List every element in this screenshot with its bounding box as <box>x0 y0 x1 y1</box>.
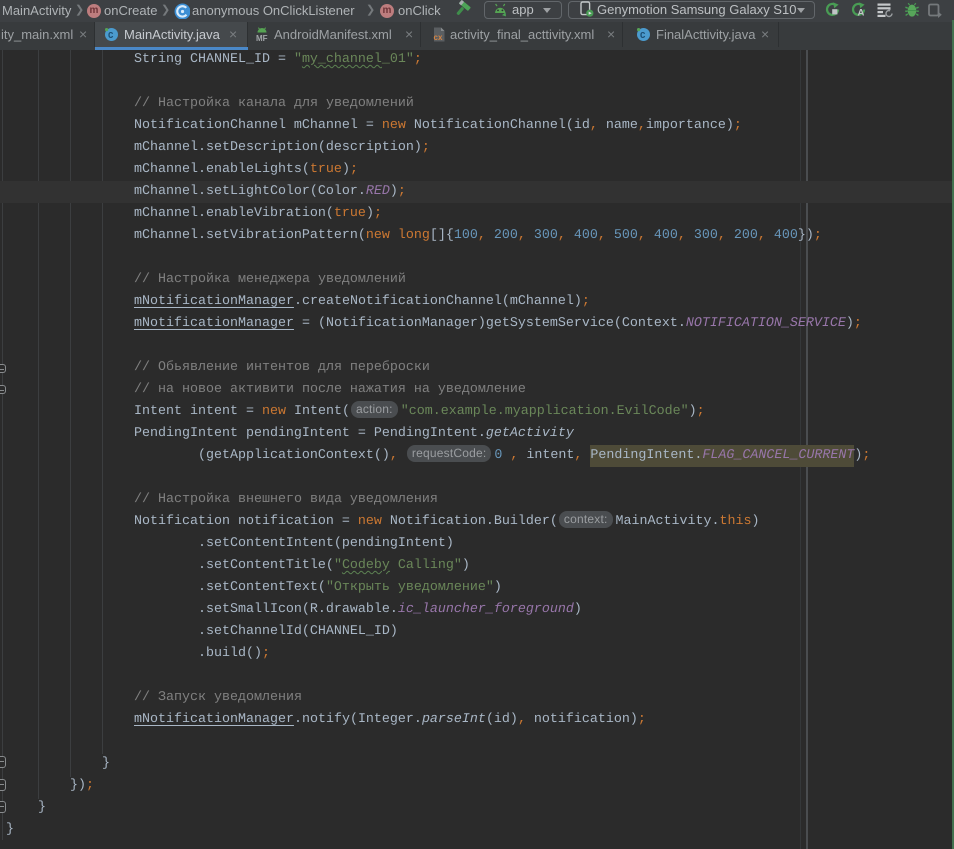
svg-text:C: C <box>108 31 114 41</box>
svg-text:MF: MF <box>256 34 268 42</box>
svg-text:A: A <box>858 8 865 19</box>
svg-text:C: C <box>640 31 646 41</box>
svg-text:cx: cx <box>434 33 443 42</box>
